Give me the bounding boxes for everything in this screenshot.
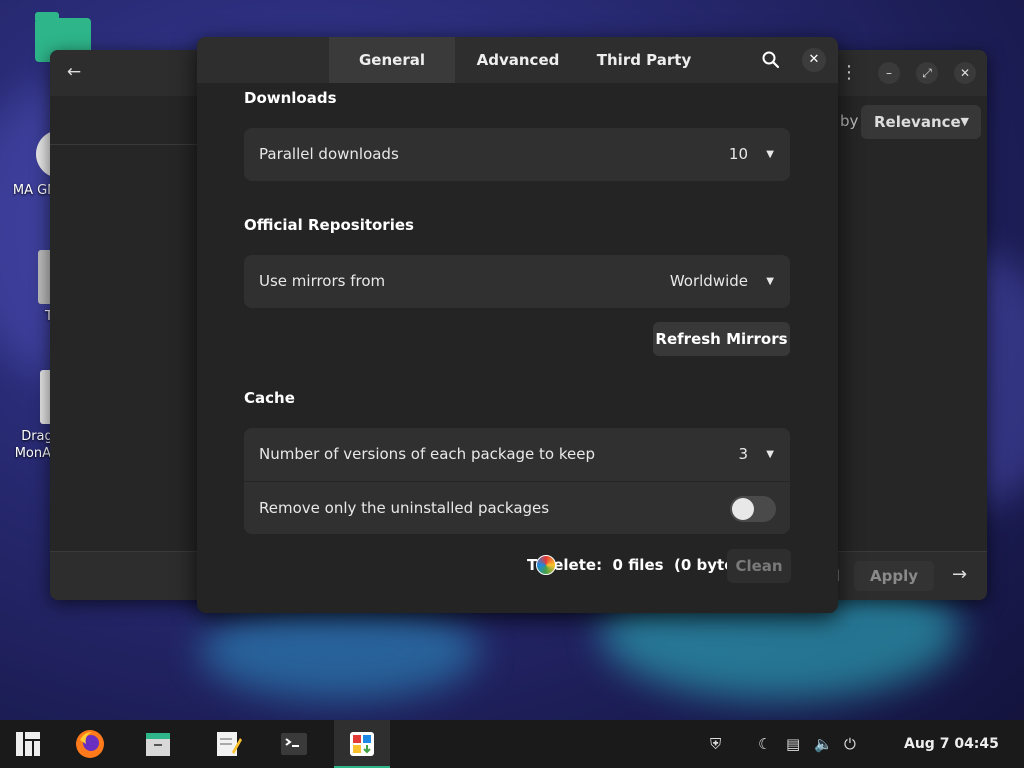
apply-button[interactable]: Apply	[854, 561, 934, 591]
to-delete-files: 0 files	[612, 556, 664, 574]
tab-general[interactable]: General	[329, 37, 455, 83]
versions-to-keep-row[interactable]: Number of versions of each package to ke…	[244, 428, 790, 481]
remove-uninstalled-toggle[interactable]	[730, 496, 776, 522]
maximize-icon[interactable]: ⤢	[916, 62, 938, 84]
text-editor-icon	[217, 732, 242, 756]
sort-by-label: by	[840, 112, 859, 130]
row-label: Parallel downloads	[259, 145, 399, 163]
preferences-dialog: General Advanced Third Party ✕ Downloads…	[197, 37, 838, 613]
sidebar-divider	[50, 144, 200, 145]
chevron-down-icon: ▼	[766, 276, 774, 287]
mirrors-row[interactable]: Use mirrors from Worldwide ▼	[244, 255, 790, 308]
files-launcher[interactable]	[130, 720, 186, 768]
text-editor-launcher[interactable]	[200, 720, 256, 768]
wallpaper-glow	[200, 600, 480, 700]
window-close-icon[interactable]: ✕	[954, 62, 976, 84]
clock[interactable]: Aug 7 04:45	[904, 720, 999, 768]
clean-button[interactable]: Clean	[727, 549, 791, 583]
night-mode-icon[interactable]: ☾	[758, 720, 771, 768]
search-icon[interactable]	[757, 46, 785, 74]
tab-bar: General Advanced Third Party	[329, 37, 707, 83]
cache-card: Number of versions of each package to ke…	[244, 428, 790, 534]
tab-advanced[interactable]: Advanced	[455, 37, 581, 83]
terminal-icon	[281, 733, 307, 755]
downloads-card: Parallel downloads 10 ▼	[244, 128, 790, 181]
refresh-mirrors-button[interactable]: Refresh Mirrors	[653, 322, 790, 356]
chevron-down-icon: ▼	[766, 449, 774, 460]
firefox-icon	[76, 730, 104, 758]
back-arrow-icon[interactable]: ←	[64, 62, 84, 82]
repositories-card: Use mirrors from Worldwide ▼	[244, 255, 790, 308]
section-title-cache: Cache	[244, 389, 295, 407]
toggle-knob	[732, 498, 754, 520]
section-title-downloads: Downloads	[244, 89, 337, 107]
section-title-repositories: Official Repositories	[244, 216, 414, 234]
row-label: Remove only the uninstalled packages	[259, 499, 550, 517]
terminal-launcher[interactable]	[266, 720, 322, 768]
versions-to-keep-value: 3	[738, 445, 748, 463]
busy-cursor-icon	[536, 555, 556, 575]
parallel-downloads-value: 10	[728, 145, 748, 163]
power-icon[interactable]: ⏻	[844, 720, 856, 768]
forward-arrow-icon[interactable]: →	[952, 564, 967, 585]
manjaro-logo-icon	[16, 732, 40, 756]
firefox-launcher[interactable]	[62, 720, 118, 768]
to-delete-summary: Telete: 0 files (0 bytes)	[527, 556, 750, 574]
clock-date: Aug 7	[904, 736, 950, 752]
app-menu-button[interactable]	[0, 720, 56, 768]
row-label: Number of versions of each package to ke…	[259, 445, 595, 463]
dialog-close-icon[interactable]: ✕	[802, 48, 826, 72]
file-manager-icon	[146, 733, 170, 756]
taskbar: ⛨ ☾ ▤ 🔈 ⏻ Aug 7 04:45	[0, 720, 1024, 768]
chevron-down-icon: ▼	[766, 149, 774, 160]
tab-third-party[interactable]: Third Party	[581, 37, 707, 83]
software-store-icon	[350, 732, 374, 756]
chevron-down-icon: ▼	[960, 115, 969, 128]
sort-dropdown[interactable]: Relevance ▼	[861, 105, 981, 139]
network-icon[interactable]: ▤	[786, 720, 800, 768]
minimize-icon[interactable]: –	[878, 62, 900, 84]
remove-uninstalled-row: Remove only the uninstalled packages	[244, 481, 790, 534]
shield-icon[interactable]: ⛨	[710, 720, 721, 768]
volume-icon[interactable]: 🔈	[814, 720, 833, 768]
to-delete-suffix: elete:	[553, 556, 603, 574]
sort-dropdown-value: Relevance	[874, 113, 961, 131]
kebab-menu-icon[interactable]: ⋮	[840, 62, 858, 84]
clock-time: 04:45	[954, 736, 999, 752]
row-label: Use mirrors from	[259, 272, 386, 290]
software-launcher-active[interactable]	[334, 720, 390, 768]
parallel-downloads-row[interactable]: Parallel downloads 10 ▼	[244, 128, 790, 181]
mirrors-value: Worldwide	[669, 272, 748, 290]
